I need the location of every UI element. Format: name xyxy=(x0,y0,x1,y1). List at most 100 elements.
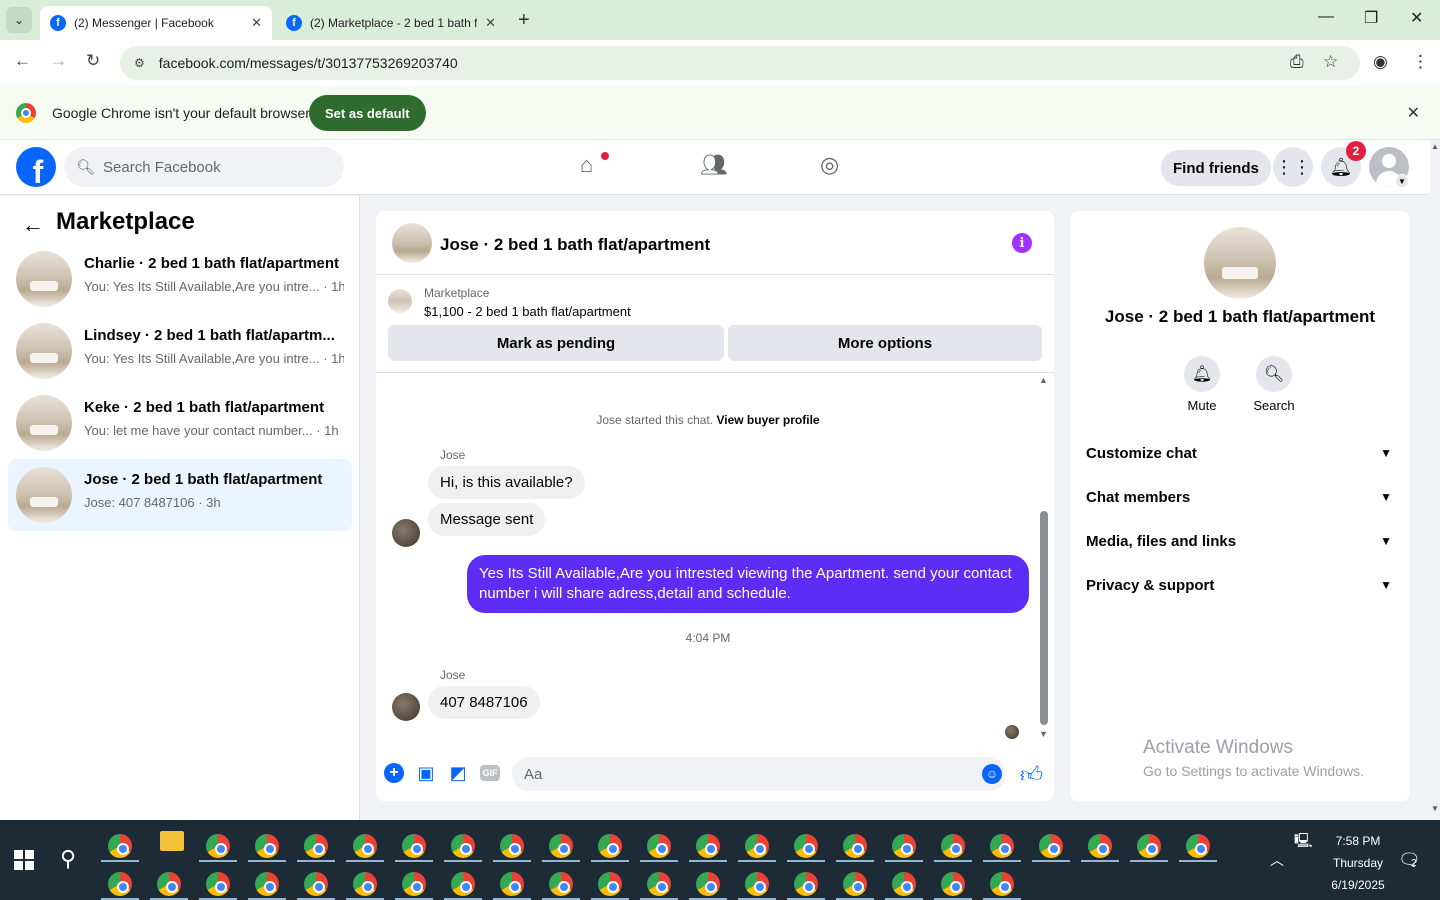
minimize-icon[interactable]: — xyxy=(1318,8,1334,26)
conversation-item[interactable]: Keke · 2 bed 1 bath flat/apartment You: … xyxy=(8,387,352,459)
chrome-taskbar-icon[interactable] xyxy=(304,834,328,858)
chrome-taskbar-icon[interactable] xyxy=(696,834,720,858)
find-friends-button[interactable]: Find friends xyxy=(1161,150,1271,186)
maximize-icon[interactable]: ❐ xyxy=(1364,8,1378,28)
conversation-item[interactable]: Charlie · 2 bed 1 bath flat/apartment Yo… xyxy=(8,243,352,315)
chrome-taskbar-icon[interactable] xyxy=(304,872,328,896)
profile-icon[interactable]: ◉ xyxy=(1373,52,1388,72)
chrome-taskbar-icon[interactable] xyxy=(941,872,965,896)
sticker-icon[interactable]: ◩ xyxy=(448,763,468,783)
scroll-down-arrow-icon[interactable]: ▼ xyxy=(1039,729,1048,739)
chrome-taskbar-icon[interactable] xyxy=(451,834,475,858)
media-files-links-row[interactable]: Media, files and links ▼ xyxy=(1086,521,1402,561)
windows-start-icon[interactable] xyxy=(14,850,34,870)
friends-icon[interactable]: 👥︎ xyxy=(700,152,728,178)
site-settings-icon[interactable]: ⚙ xyxy=(134,56,145,70)
facebook-search-input[interactable]: 🔍︎ Search Facebook xyxy=(64,147,344,187)
page-scrollbar[interactable]: ▲ ▼ xyxy=(1430,140,1440,820)
thumbs-up-icon[interactable]: 👍︎ xyxy=(1020,761,1043,788)
chrome-taskbar-icon[interactable] xyxy=(843,834,867,858)
chrome-taskbar-icon[interactable] xyxy=(1186,834,1210,858)
chevron-down-icon[interactable]: ▼ xyxy=(1395,174,1409,188)
install-app-icon[interactable]: ⎙ xyxy=(1290,52,1304,72)
scroll-up-arrow-icon[interactable]: ▲ xyxy=(1039,375,1048,385)
chrome-taskbar-icon[interactable] xyxy=(451,872,475,896)
chrome-taskbar-icon[interactable] xyxy=(647,872,671,896)
close-icon[interactable]: ✕ xyxy=(485,15,496,31)
chrome-taskbar-icon[interactable] xyxy=(990,834,1014,858)
chrome-taskbar-icon[interactable] xyxy=(892,834,916,858)
chrome-taskbar-icon[interactable] xyxy=(892,872,916,896)
chrome-taskbar-icon[interactable] xyxy=(745,834,769,858)
chrome-taskbar-icon[interactable] xyxy=(745,872,769,896)
emoji-icon[interactable]: ☺ xyxy=(982,764,1002,784)
chrome-taskbar-icon[interactable] xyxy=(206,834,230,858)
view-buyer-profile-link[interactable]: View buyer profile xyxy=(716,413,819,427)
chrome-taskbar-icon[interactable] xyxy=(598,872,622,896)
chrome-taskbar-icon[interactable] xyxy=(1039,834,1063,858)
close-icon[interactable]: ✕ xyxy=(251,15,262,31)
new-tab-plus-icon[interactable]: + xyxy=(518,9,530,32)
close-icon[interactable]: ✕ xyxy=(1407,103,1420,123)
mute-button[interactable]: 🔔︎ Mute xyxy=(1172,356,1232,413)
mark-as-pending-button[interactable]: Mark as pending xyxy=(388,325,724,361)
chrome-taskbar-icon[interactable] xyxy=(941,834,965,858)
chrome-taskbar-icon[interactable] xyxy=(1088,834,1112,858)
scroll-up-arrow-icon[interactable]: ▲ xyxy=(1431,142,1439,151)
chrome-taskbar-icon[interactable] xyxy=(500,834,524,858)
address-bar[interactable]: ⚙ facebook.com/messages/t/30137753269203… xyxy=(120,46,1360,80)
back-arrow-icon[interactable]: ← xyxy=(22,212,44,238)
chat-thumbnail[interactable] xyxy=(392,223,432,263)
sender-avatar[interactable] xyxy=(392,693,420,721)
chrome-taskbar-icon[interactable] xyxy=(255,872,279,896)
search-in-chat-button[interactable]: 🔍︎ Search xyxy=(1244,356,1304,413)
action-center-icon[interactable]: 🗨︎ xyxy=(1398,850,1421,871)
chrome-taskbar-icon[interactable] xyxy=(353,872,377,896)
gif-icon[interactable]: GIF xyxy=(480,765,500,781)
conversation-item-active[interactable]: Jose · 2 bed 1 bath flat/apartment Jose:… xyxy=(8,459,352,531)
file-explorer-icon[interactable] xyxy=(160,831,184,851)
chat-title[interactable]: Jose · 2 bed 1 bath flat/apartment xyxy=(440,235,710,255)
chrome-taskbar-icon[interactable] xyxy=(696,872,720,896)
conversation-item[interactable]: Lindsey · 2 bed 1 bath flat/apartm... Yo… xyxy=(8,315,352,387)
groups-icon[interactable]: ◎ xyxy=(820,152,839,178)
chrome-taskbar-icon[interactable] xyxy=(1137,834,1161,858)
tab-marketplace[interactable]: f (2) Marketplace - 2 bed 1 bath flat/ap… xyxy=(276,6,506,40)
chevron-up-icon[interactable]: ︿ xyxy=(1270,850,1284,870)
listing-thumbnail[interactable] xyxy=(1204,227,1276,299)
chrome-taskbar-icon[interactable] xyxy=(794,834,818,858)
customize-chat-row[interactable]: Customize chat ▼ xyxy=(1086,433,1402,473)
taskbar-clock[interactable]: 7:58 PM Thursday 6/19/2025 xyxy=(1320,830,1396,896)
chrome-taskbar-icon[interactable] xyxy=(353,834,377,858)
chrome-taskbar-icon[interactable] xyxy=(402,872,426,896)
info-icon[interactable]: i xyxy=(1012,233,1032,253)
home-icon[interactable]: ⌂ xyxy=(580,152,593,178)
listing-thumbnail[interactable] xyxy=(388,289,412,313)
privacy-support-row[interactable]: Privacy & support ▼ xyxy=(1086,565,1402,605)
chrome-taskbar-icon[interactable] xyxy=(402,834,426,858)
kebab-menu-icon[interactable]: ⋮ xyxy=(1412,52,1429,72)
tab-search-button[interactable]: ⌄ xyxy=(6,7,32,33)
message-scrollbar[interactable] xyxy=(1040,511,1048,725)
tab-messenger[interactable]: f (2) Messenger | Facebook ✕ xyxy=(40,6,272,40)
image-icon[interactable]: ▣ xyxy=(416,763,436,783)
chrome-taskbar-icon[interactable] xyxy=(157,872,181,896)
plus-icon[interactable]: + xyxy=(384,763,404,783)
more-options-button[interactable]: More options xyxy=(728,325,1042,361)
chrome-taskbar-icon[interactable] xyxy=(255,834,279,858)
chrome-taskbar-icon[interactable] xyxy=(794,872,818,896)
message-input[interactable] xyxy=(512,757,1006,791)
chrome-taskbar-icon[interactable] xyxy=(500,872,524,896)
forward-arrow-icon[interactable]: → xyxy=(50,51,67,71)
chrome-taskbar-icon[interactable] xyxy=(108,872,132,896)
scroll-down-arrow-icon[interactable]: ▼ xyxy=(1431,804,1439,813)
chat-members-row[interactable]: Chat members ▼ xyxy=(1086,477,1402,517)
reload-icon[interactable]: ↻ xyxy=(86,51,100,71)
chrome-taskbar-icon[interactable] xyxy=(647,834,671,858)
listing-price[interactable]: $1,100 - 2 bed 1 bath flat/apartment xyxy=(424,304,631,319)
network-icon[interactable]: 🖳 xyxy=(1294,830,1313,854)
chrome-taskbar-icon[interactable] xyxy=(843,872,867,896)
set-default-button[interactable]: Set as default xyxy=(309,95,426,131)
chrome-taskbar-icon[interactable] xyxy=(990,872,1014,896)
sender-avatar[interactable] xyxy=(392,519,420,547)
